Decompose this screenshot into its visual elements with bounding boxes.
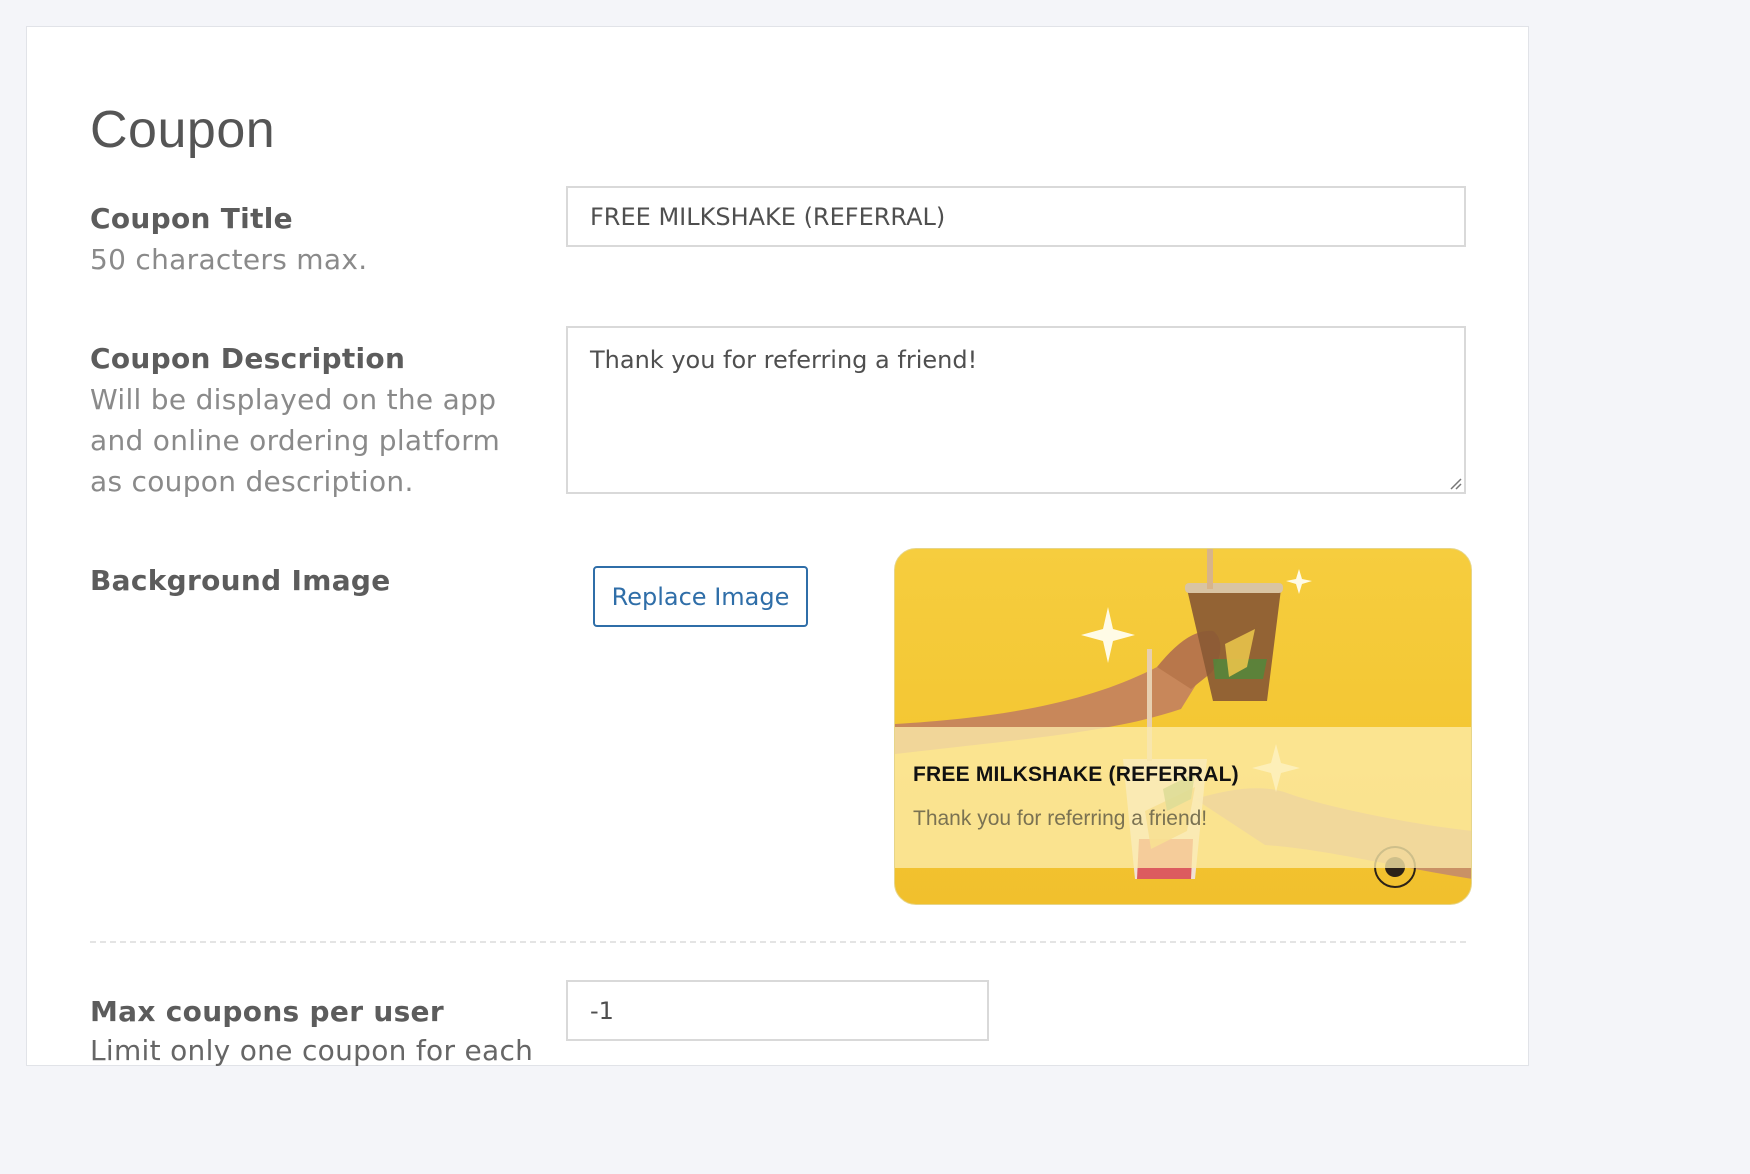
coupon-description-textarea[interactable]: Thank you for referring a friend!: [566, 326, 1466, 494]
coupon-preview-card: FREE MILKSHAKE (REFERRAL) Thank you for …: [894, 548, 1472, 905]
page-title: Coupon: [90, 101, 276, 159]
max-coupons-input[interactable]: [566, 980, 989, 1041]
coupon-description-label: Coupon Description: [90, 342, 406, 375]
coupon-description-hint-line-3: as coupon description.: [90, 465, 414, 498]
coupon-title-input[interactable]: [566, 186, 1466, 247]
max-coupons-label: Max coupons per user: [90, 995, 444, 1028]
coupon-title-label: Coupon Title: [90, 202, 293, 235]
replace-image-button[interactable]: Replace Image: [593, 566, 808, 627]
coupon-description-value: Thank you for referring a friend!: [590, 346, 978, 374]
section-divider: [90, 941, 1466, 943]
coupon-description-hint-line-2: and online ordering platform: [90, 424, 501, 457]
coupon-title-hint: 50 characters max.: [90, 243, 368, 276]
background-image-label-block: Background Image: [90, 561, 510, 601]
coupon-form-card: [26, 26, 1529, 1066]
coupon-title-label-block: Coupon Title 50 characters max.: [90, 199, 510, 280]
coupon-description-label-block: Coupon Description Will be displayed on …: [90, 339, 510, 502]
coupon-description-hint-line-1: Will be displayed on the app: [90, 383, 497, 416]
coupon-preview-overlay: [895, 727, 1471, 868]
background-image-label: Background Image: [90, 564, 391, 597]
resize-handle-icon[interactable]: [1448, 476, 1462, 490]
max-coupons-label-block: Max coupons per user Limit only one coup…: [90, 992, 534, 1071]
max-coupons-hint: Limit only one coupon for each: [90, 1034, 534, 1067]
coupon-preview-title: FREE MILKSHAKE (REFERRAL): [913, 763, 1239, 786]
coupon-preview-description: Thank you for referring a friend!: [913, 807, 1208, 830]
